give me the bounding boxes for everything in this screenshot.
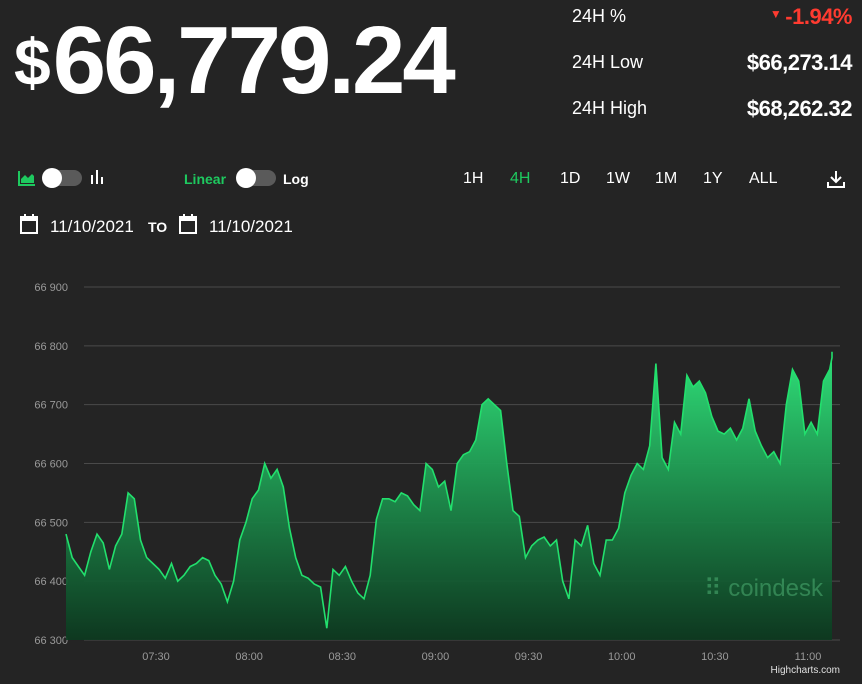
range-button-1w[interactable]: 1W xyxy=(606,170,630,188)
down-triangle-icon: ▼ xyxy=(769,7,782,21)
y-tick-label: 66 700 xyxy=(34,400,68,412)
range-button-all[interactable]: ALL xyxy=(749,170,777,188)
range-button-1h[interactable]: 1H xyxy=(463,170,483,188)
chart-controls: Linear Log 1H 4H 1D 1W 1M 1Y ALL xyxy=(0,160,862,200)
area-chart-icon[interactable] xyxy=(18,170,36,186)
y-tick-label: 66 800 xyxy=(34,341,68,353)
date-range: 11/10/2021 TO 11/10/2021 xyxy=(0,212,400,242)
date-to-label: TO xyxy=(148,219,168,235)
range-button-1d[interactable]: 1D xyxy=(560,170,580,188)
coindesk-watermark: ⠿ coindesk xyxy=(704,574,823,603)
calendar-icon[interactable] xyxy=(20,214,38,234)
change-value: -1.94% xyxy=(785,4,852,29)
y-axis: 66 900 66 800 66 700 66 600 66 500 66 400 66 3… xyxy=(34,282,68,647)
highcharts-credit[interactable]: Highcharts.com xyxy=(771,665,840,676)
scale-toggle[interactable] xyxy=(236,168,276,188)
x-axis: 07:30 08:00 08:30 09:00 09:30 10:00 10:30 11:00 xyxy=(142,651,821,663)
x-tick-label: 09:00 xyxy=(422,651,450,663)
chart-type-toggle[interactable] xyxy=(42,168,82,188)
x-tick-label: 08:30 xyxy=(329,651,357,663)
stat-label: 24H % xyxy=(572,6,627,26)
coindesk-logo-icon: ⠿ xyxy=(704,575,722,602)
currency-symbol: $ xyxy=(14,25,51,99)
toggle-knob xyxy=(236,168,256,188)
stat-24h-high: 24H High $68,262.32 xyxy=(572,92,853,138)
stat-label: 24H Low xyxy=(572,52,644,72)
stats-panel: 24H % ▼ -1.94% 24H Low $66,273.14 24H Hig… xyxy=(572,0,853,138)
stat-value: ▼ -1.94% xyxy=(769,4,853,30)
current-price: $66,779.24 xyxy=(14,6,456,117)
stat-24h-change: 24H % ▼ -1.94% xyxy=(572,0,852,46)
x-tick-label: 07:30 xyxy=(142,651,170,663)
toggle-knob xyxy=(42,168,62,188)
calendar-icon[interactable] xyxy=(179,214,197,234)
x-tick-label: 09:30 xyxy=(515,651,543,663)
price-chart[interactable]: 66 900 66 800 66 700 66 600 66 500 66 400 66 3… xyxy=(0,270,862,670)
stat-value: $68,262.32 xyxy=(746,96,853,121)
linear-label[interactable]: Linear xyxy=(184,171,226,187)
range-button-1m[interactable]: 1M xyxy=(655,170,677,188)
stat-value: $66,273.14 xyxy=(746,50,853,75)
bar-chart-icon[interactable] xyxy=(90,169,104,185)
stat-label: 24H High xyxy=(572,98,648,118)
stat-24h-low: 24H Low $66,273.14 xyxy=(572,46,853,92)
download-icon[interactable] xyxy=(826,169,846,189)
range-button-1y[interactable]: 1Y xyxy=(703,170,723,188)
range-button-4h[interactable]: 4H xyxy=(510,170,530,188)
y-tick-label: 66 600 xyxy=(34,459,68,471)
x-tick-label: 11:00 xyxy=(795,651,822,663)
log-label[interactable]: Log xyxy=(283,171,309,187)
y-tick-label: 66 300 xyxy=(34,635,68,647)
x-tick-label: 08:00 xyxy=(235,651,263,663)
date-from[interactable]: 11/10/2021 xyxy=(50,217,134,237)
y-tick-label: 66 400 xyxy=(34,576,68,588)
price-value: 66,779.24 xyxy=(52,7,456,114)
watermark-text: coindesk xyxy=(728,575,823,602)
y-tick-label: 66 900 xyxy=(34,282,68,294)
x-tick-label: 10:00 xyxy=(608,651,636,663)
x-tick-label: 10:30 xyxy=(701,651,729,663)
y-tick-label: 66 500 xyxy=(34,517,68,529)
date-to[interactable]: 11/10/2021 xyxy=(209,217,293,237)
